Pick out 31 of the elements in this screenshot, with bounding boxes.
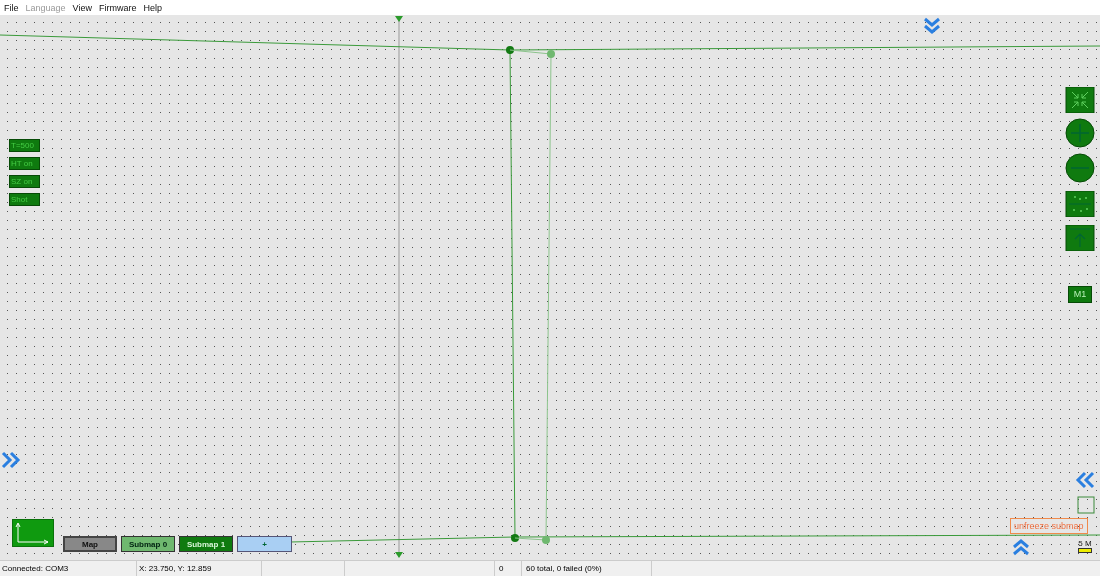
map-tab[interactable]: Submap 1	[179, 536, 233, 552]
mode-label[interactable]: Shot	[9, 193, 40, 206]
expand-right-icon[interactable]	[1, 451, 21, 469]
axes-icon[interactable]	[12, 519, 54, 547]
menu-item[interactable]: File	[2, 2, 24, 13]
menu-item[interactable]: Help	[141, 2, 167, 13]
scale-bar	[1078, 548, 1092, 553]
zoom-in-icon[interactable]	[1065, 118, 1095, 148]
mode-label[interactable]: HT on	[9, 157, 40, 170]
menu-item[interactable]: Firmware	[96, 2, 142, 13]
summary-status: 60 total, 0 failed (0%)	[522, 561, 652, 576]
marker-label[interactable]: M1	[1068, 286, 1092, 303]
count-status: 0	[495, 561, 522, 576]
menu-item[interactable]: View	[70, 2, 97, 13]
expand-left-icon[interactable]	[1075, 471, 1095, 489]
zoom-out-icon[interactable]	[1065, 153, 1095, 183]
map-tab[interactable]: Submap 0	[121, 536, 175, 552]
points-icon[interactable]	[1065, 191, 1095, 217]
mode-label[interactable]: SZ on	[9, 175, 40, 188]
collapse-down-icon[interactable]	[923, 17, 941, 34]
empty-square-icon[interactable]	[1077, 496, 1095, 514]
cursor-coordinates: X: 23.750, Y: 12.859	[137, 561, 262, 576]
map-tab[interactable]: +	[237, 536, 292, 552]
collapse-up-icon[interactable]	[1012, 539, 1030, 556]
scale-label: 5 M	[1078, 539, 1092, 548]
connection-status: Connected: COM3	[0, 561, 137, 576]
fit-view-icon[interactable]	[1065, 87, 1095, 113]
map-tab[interactable]: Map	[63, 536, 117, 552]
mode-label[interactable]: T=500	[9, 139, 40, 152]
unfreeze-button[interactable]: unfreeze submap	[1010, 518, 1088, 534]
arrow-up-icon[interactable]	[1065, 225, 1095, 251]
